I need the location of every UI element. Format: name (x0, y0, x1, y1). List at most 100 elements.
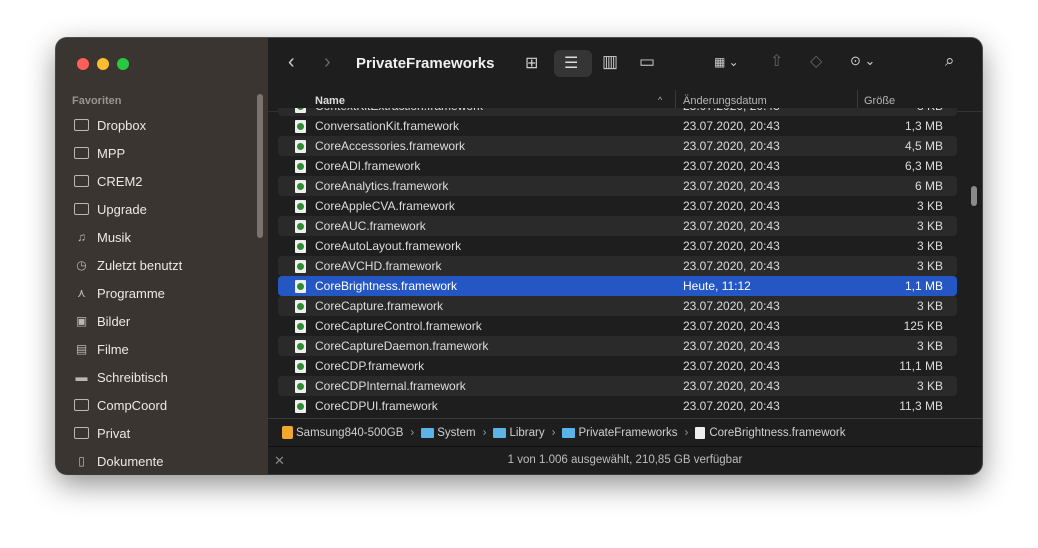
group-menu-icon[interactable]: ▦ ⌄ (714, 55, 739, 69)
sidebar-item-mpp[interactable]: MPP (74, 139, 264, 167)
sidebar-item-schreibtisch[interactable]: ▬ Schreibtisch (74, 363, 264, 391)
more-actions-icon[interactable]: ⊙ ⌄ (850, 53, 875, 69)
path-separator-icon: › (684, 426, 689, 439)
framework-file-icon (295, 108, 306, 113)
finder-window: Favoriten Dropbox MPP CREM2 Upgrade ♫ Musik ◷ Z… (56, 38, 982, 474)
sidebar-item-label: Dokumente (97, 453, 164, 469)
sidebar-item-bilder[interactable]: ▣ Bilder (74, 307, 264, 335)
vertical-scrollbar[interactable] (971, 186, 977, 206)
sidebar-item-dokumente[interactable]: ▯ Dokumente (74, 447, 264, 474)
gallery-view-icon[interactable]: ▭ (639, 52, 655, 72)
file-name: CoreCaptureControl.framework (315, 319, 482, 333)
file-size: 1,1 MB (904, 279, 943, 293)
column-view-icon[interactable]: ▥ (602, 52, 618, 72)
sidebar-item-label: Privat (97, 425, 131, 441)
back-button[interactable]: ‹ (288, 51, 295, 74)
path-item[interactable]: Library (493, 427, 545, 439)
window-controls (77, 58, 129, 70)
sidebar-item-upgrade[interactable]: Upgrade (74, 195, 264, 223)
file-row[interactable]: CoreCDPInternal.framework 23.07.2020, 20:… (278, 376, 957, 396)
framework-file-icon (295, 340, 306, 353)
file-row[interactable]: CoreAnalytics.framework 23.07.2020, 20:43… (278, 176, 957, 196)
sidebar-item-privat[interactable]: Privat (74, 419, 264, 447)
file-date: 23.07.2020, 20:43 (683, 379, 780, 393)
file-row[interactable]: ConversationKit.framework 23.07.2020, 20:… (278, 116, 957, 136)
path-item[interactable]: CoreBrightness.framework (695, 426, 845, 439)
search-icon[interactable]: ⌕ (945, 51, 955, 71)
path-item[interactable]: Samsung840-500GB (282, 426, 403, 439)
framework-file-icon (295, 300, 306, 313)
folder-icon (421, 427, 435, 438)
folder-icon (562, 427, 576, 438)
file-row[interactable]: CoreCDPUI.framework 23.07.2020, 20:43 11,3… (278, 396, 957, 416)
tag-icon[interactable]: ◇ (810, 51, 822, 71)
file-row[interactable]: CoreADI.framework 23.07.2020, 20:43 6,3 MB (278, 156, 957, 176)
sidebar-item-compcoord[interactable]: CompCoord (74, 391, 264, 419)
file-size: 125 KB (903, 319, 943, 333)
path-item-label: System (437, 426, 476, 439)
path-item[interactable]: PrivateFrameworks (562, 427, 678, 439)
close-button[interactable] (77, 58, 89, 70)
framework-file-icon (295, 180, 306, 193)
file-date: 23.07.2020, 20:43 (683, 119, 780, 133)
framework-file-icon (695, 426, 706, 439)
column-date[interactable]: Änderungsdatum (683, 95, 767, 107)
path-item-label: Samsung840-500GB (296, 426, 404, 439)
list-view-button[interactable]: ☰ (554, 50, 592, 77)
minimize-button[interactable] (97, 58, 109, 70)
file-row[interactable]: CoreCapture.framework 23.07.2020, 20:43 3 … (278, 296, 957, 316)
file-row[interactable]: ContextKitExtraction.framework 23.07.2020… (278, 108, 957, 116)
apps-icon: ⋏ (77, 286, 86, 300)
file-row[interactable]: CoreAVCHD.framework 23.07.2020, 20:43 3 KB (278, 256, 957, 276)
sidebar-item-label: Bilder (97, 313, 131, 329)
sidebar-item-label: Filme (97, 341, 129, 357)
sidebar: Favoriten Dropbox MPP CREM2 Upgrade ♫ Musik ◷ Z… (56, 38, 268, 474)
sidebar-item-label: Programme (97, 285, 165, 301)
sidebar-item-dropbox[interactable]: Dropbox (74, 111, 264, 139)
file-size: 3 KB (916, 219, 943, 233)
file-size: 4,5 MB (904, 139, 943, 153)
forward-button[interactable]: › (324, 51, 331, 74)
main-pane: ‹ › PrivateFrameworks ⊞ ☰ ▥ ▭ ▦ ⌄ ⇧ ◇ ⊙ … (268, 38, 982, 474)
folder-icon (74, 427, 89, 439)
file-date: 23.07.2020, 20:43 (683, 199, 780, 213)
framework-file-icon (295, 120, 306, 133)
column-size[interactable]: Größe (864, 95, 895, 107)
file-size: 6 MB (914, 179, 943, 193)
file-row[interactable]: CoreAutoLayout.framework 23.07.2020, 20:4… (278, 236, 957, 256)
sidebar-item-label: Schreibtisch (97, 369, 168, 385)
folder-icon (74, 147, 89, 159)
share-icon[interactable]: ⇧ (770, 51, 783, 71)
path-separator-icon: › (410, 426, 415, 439)
file-name: CoreAutoLayout.framework (315, 239, 462, 253)
file-row[interactable]: CoreCDP.framework 23.07.2020, 20:43 11,1 M… (278, 356, 957, 376)
folder-icon (493, 427, 507, 438)
path-bar: Samsung840-500GB › System › Library › PrivateF… (268, 418, 982, 446)
document-icon: ▯ (78, 454, 85, 468)
sidebar-item-musik[interactable]: ♫ Musik (74, 223, 264, 251)
file-row[interactable]: CoreCaptureDaemon.framework 23.07.2020, 2… (278, 336, 957, 356)
sidebar-item-filme[interactable]: ▤ Filme (74, 335, 264, 363)
sort-chevron-icon: ^ (658, 95, 663, 105)
icon-view-icon[interactable]: ⊞ (525, 53, 538, 73)
file-row[interactable]: CoreAUC.framework 23.07.2020, 20:43 3 KB (278, 216, 957, 236)
sidebar-item-programme[interactable]: ⋏ Programme (74, 279, 264, 307)
path-item[interactable]: System (421, 426, 476, 439)
sidebar-item-zuletzt-benutzt[interactable]: ◷ Zuletzt benutzt (74, 251, 264, 279)
sidebar-scrollbar[interactable] (257, 94, 263, 238)
close-pathbar-icon[interactable]: ✕ (274, 447, 285, 474)
sidebar-item-label: Musik (97, 229, 131, 245)
column-name[interactable]: Name (315, 95, 345, 107)
folder-icon (74, 203, 89, 215)
file-name: CoreADI.framework (315, 159, 421, 173)
file-date: 23.07.2020, 20:43 (683, 159, 780, 173)
zoom-button[interactable] (117, 58, 129, 70)
file-size: 6,3 MB (904, 159, 943, 173)
file-row[interactable]: CoreAccessories.framework 23.07.2020, 20:… (278, 136, 957, 156)
file-row[interactable]: CoreAppleCVA.framework 23.07.2020, 20:43 3… (278, 196, 957, 216)
file-date: 23.07.2020, 20:43 (683, 139, 780, 153)
file-row[interactable]: CoreBrightness.framework Heute, 11:12 1,1 … (278, 276, 957, 296)
file-row[interactable]: CoreCaptureControl.framework 23.07.2020, … (278, 316, 957, 336)
status-text: 1 von 1.006 ausgewählt, 210,85 GB verfüg… (507, 454, 743, 466)
sidebar-item-crem2[interactable]: CREM2 (74, 167, 264, 195)
